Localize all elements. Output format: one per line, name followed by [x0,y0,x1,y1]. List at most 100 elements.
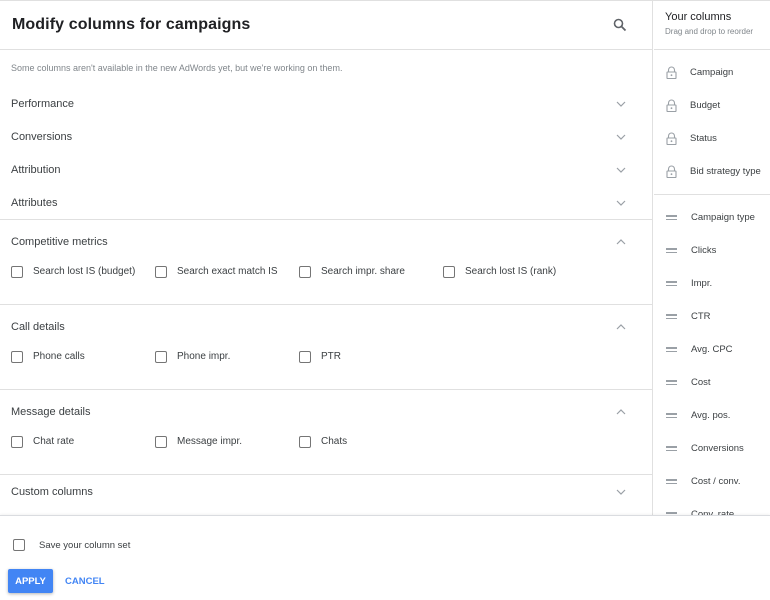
locked-column-item: Campaign [654,56,770,89]
locked-column-item: Bid strategy type [654,155,770,188]
cancel-button[interactable]: CANCEL [65,576,105,587]
reorderable-column-item[interactable]: Clicks [654,234,770,267]
column-label: Avg. CPC [691,344,733,355]
checkbox-label: Message impr. [177,435,243,447]
checkbox-search-lost-is-budget[interactable]: Search lost IS (budget) [11,264,155,278]
reorderable-column-item[interactable]: Campaign type [654,201,770,234]
checkbox-label: Search impr. share [321,265,405,277]
checkbox-search-impr-share[interactable]: Search impr. share [299,264,443,278]
lock-icon [666,99,678,112]
column-picker: Modify columns for campaigns Some column… [0,1,653,515]
category-label: Custom columns [11,486,93,498]
availability-notice: Some columns aren't available in the new… [11,63,343,73]
section-message-details: Message details Chat rate Message impr. … [0,389,652,474]
checkbox-search-exact-match-is[interactable]: Search exact match IS [155,264,299,278]
drag-handle-icon[interactable] [666,446,679,451]
reorderable-column-item[interactable]: Cost [654,366,770,399]
checkbox[interactable] [443,266,455,278]
column-label: Budget [690,100,721,111]
your-columns-header: Your columns Drag and drop to reorder [654,1,770,50]
dialog-title: Modify columns for campaigns [12,16,251,33]
drag-handle-icon[interactable] [666,314,679,319]
category-label: Message details [11,406,91,418]
checkbox-ptr[interactable]: PTR [299,349,443,363]
chevron-up-icon [611,321,631,333]
checkbox[interactable] [155,436,167,448]
category-attribution[interactable]: Attribution [0,153,652,186]
column-label: Conversions [691,443,744,454]
checkbox[interactable] [155,266,167,278]
drag-handle-icon[interactable] [666,281,679,286]
column-label: Bid strategy type [690,166,761,177]
checkbox-row: Phone calls Phone impr. PTR [0,349,652,389]
checkbox[interactable] [299,351,311,363]
checkbox[interactable] [11,266,23,278]
drag-handle-icon[interactable] [666,479,679,484]
category-label: Competitive metrics [11,236,108,248]
drag-handle-icon[interactable] [666,413,679,418]
category-message-details[interactable]: Message details [0,390,652,434]
column-label: Campaign type [691,212,755,223]
column-label: Campaign [690,67,734,78]
chevron-down-icon [611,131,631,143]
checkbox-phone-calls[interactable]: Phone calls [11,349,155,363]
category-custom-columns[interactable]: Custom columns [0,475,652,509]
category-competitive-metrics[interactable]: Competitive metrics [0,220,652,264]
drag-handle-icon[interactable] [666,215,679,220]
reorderable-column-item[interactable]: Avg. pos. [654,399,770,432]
checkbox-label: Chats [321,435,348,447]
checkbox-chats[interactable]: Chats [299,434,443,448]
checkbox[interactable] [11,351,23,363]
checkbox-chat-rate[interactable]: Chat rate [11,434,155,448]
your-columns-panel: Your columns Drag and drop to reorder Ca… [654,1,770,515]
checkbox-message-impr[interactable]: Message impr. [155,434,299,448]
drag-handle-icon[interactable] [666,248,679,253]
save-column-set[interactable]: Save your column set [0,516,770,551]
reorderable-column-item[interactable]: Conversions [654,432,770,465]
category-label: Attributes [11,196,58,209]
checkbox[interactable] [299,266,311,278]
save-column-set-label: Save your column set [39,539,131,551]
category-label: Call details [11,321,65,333]
drag-handle-icon[interactable] [666,347,679,352]
lock-icon [666,66,678,79]
locked-column-item: Status [654,122,770,155]
reorderable-column-item[interactable]: CTR [654,300,770,333]
chevron-up-icon [611,406,631,418]
column-label: Clicks [691,245,717,256]
reorderable-columns: Campaign type Clicks Impr. CTR Avg. CPC Cost A… [654,195,770,515]
checkbox[interactable] [13,539,25,551]
category-call-details[interactable]: Call details [0,305,652,349]
chevron-down-icon [611,164,631,176]
reorderable-column-item[interactable]: Avg. CPC [654,333,770,366]
checkbox-label: Search exact match IS [177,265,278,277]
category-conversions[interactable]: Conversions [0,120,652,153]
checkbox-label: Phone impr. [177,350,231,362]
apply-button[interactable]: APPLY [8,569,53,593]
category-attributes[interactable]: Attributes [0,186,652,219]
column-label: Cost [691,377,711,388]
reorderable-column-item[interactable]: Conv. rate [654,498,770,515]
chevron-down-icon [611,486,631,498]
reorderable-column-item[interactable]: Cost / conv. [654,465,770,498]
section-custom-columns: Custom columns [0,474,652,509]
dialog-header: Modify columns for campaigns [0,1,652,50]
checkbox-label: Chat rate [33,435,75,447]
drag-handle-icon[interactable] [666,380,679,385]
checkbox[interactable] [11,436,23,448]
reorderable-column-item[interactable]: Impr. [654,267,770,300]
locked-column-item: Budget [654,89,770,122]
checkbox[interactable] [299,436,311,448]
locked-columns: Campaign Budget Status Bid strategy type [654,50,770,195]
lock-icon [666,132,678,145]
column-label: Status [690,133,717,144]
category-performance[interactable]: Performance [0,87,652,120]
checkbox-search-lost-is-rank[interactable]: Search lost IS (rank) [443,264,587,278]
category-label: Performance [11,97,74,110]
chevron-up-icon [611,236,631,248]
checkbox-row: Search lost IS (budget) Search exact mat… [0,264,652,304]
checkbox[interactable] [155,351,167,363]
dialog-footer: Save your column set APPLY CANCEL [0,515,770,600]
search-icon[interactable] [608,13,632,37]
checkbox-phone-impr[interactable]: Phone impr. [155,349,299,363]
